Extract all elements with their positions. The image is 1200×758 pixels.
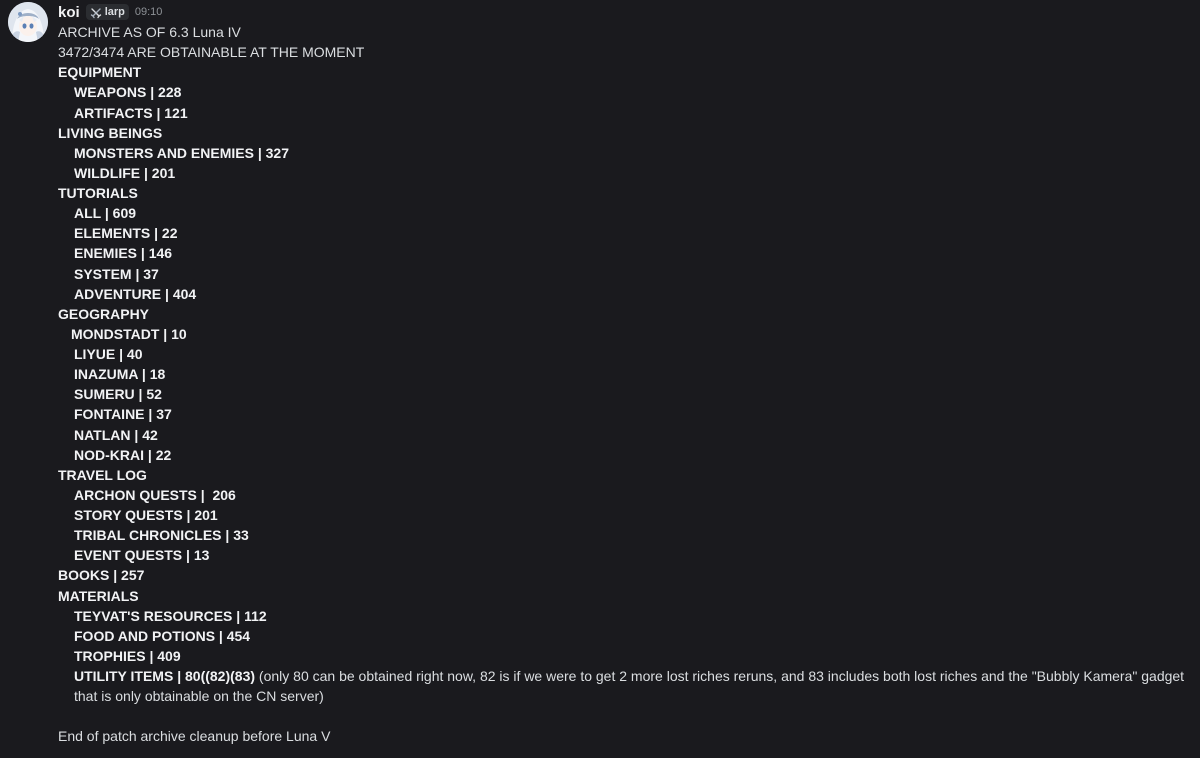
chat-message: koi larp 09:10 ARCHIVE AS OF 6.3 Luna IV… bbox=[0, 0, 1200, 758]
section-heading: LIVING BEINGS bbox=[58, 124, 163, 141]
crossed-swords-icon bbox=[90, 6, 102, 19]
list-item: INAZUMA | 18 bbox=[74, 366, 166, 383]
list-item: ENEMIES | 146 bbox=[74, 245, 173, 262]
section-heading: GEOGRAPHY bbox=[58, 305, 150, 322]
list-item: TEYVAT'S RESOURCES | 112 bbox=[74, 607, 267, 624]
utility-items-note: UTILITY ITEMS | 80((82)(83) (only 80 can… bbox=[58, 666, 1194, 706]
timestamp[interactable]: 09:10 bbox=[135, 6, 163, 18]
message-content: ARCHIVE AS OF 6.3 Luna IV 3472/3474 ARE … bbox=[58, 22, 1194, 747]
section-heading: BOOKS | 257 bbox=[58, 567, 145, 584]
list-item: NOD-KRAI | 22 bbox=[74, 446, 172, 463]
list-item: EVENT QUESTS | 13 bbox=[74, 547, 210, 564]
username[interactable]: koi bbox=[58, 4, 80, 21]
section-heading: EQUIPMENT bbox=[58, 64, 142, 81]
utility-items-count: UTILITY ITEMS | 80((82)(83) bbox=[74, 668, 256, 684]
list-item: ARTIFACTS | 121 bbox=[74, 104, 188, 121]
server-tag-label: larp bbox=[104, 6, 125, 18]
list-item: TRIBAL CHRONICLES | 33 bbox=[74, 527, 249, 544]
message-line: 3472/3474 ARE OBTAINABLE AT THE MOMENT bbox=[58, 44, 365, 61]
section-heading: MATERIALS bbox=[58, 587, 139, 604]
list-item: ALL | 609 bbox=[74, 205, 137, 222]
list-item: ADVENTURE | 404 bbox=[74, 285, 197, 302]
list-item: FONTAINE | 37 bbox=[74, 406, 172, 423]
list-item: WILDLIFE | 201 bbox=[74, 164, 176, 181]
list-item: STORY QUESTS | 201 bbox=[74, 507, 218, 523]
list-item: WEAPONS | 228 bbox=[74, 84, 182, 101]
message-line: End of patch archive cleanup before Luna… bbox=[58, 728, 331, 745]
list-item: MONSTERS AND ENEMIES | 327 bbox=[74, 144, 289, 161]
section-heading: TRAVEL LOG bbox=[58, 466, 147, 483]
message-header: koi larp 09:10 bbox=[58, 2, 162, 22]
avatar[interactable] bbox=[8, 2, 48, 42]
list-item: MONDSTADT | 10 bbox=[71, 325, 187, 342]
list-item: ELEMENTS | 22 bbox=[74, 225, 178, 242]
section-heading: TUTORIALS bbox=[58, 185, 138, 201]
list-item: FOOD AND POTIONS | 454 bbox=[74, 627, 251, 644]
list-item: SUMERU | 52 bbox=[74, 386, 162, 403]
list-item: TROPHIES | 409 bbox=[74, 647, 181, 664]
server-tag[interactable]: larp bbox=[85, 4, 129, 20]
list-item: ARCHON QUESTS | 206 bbox=[74, 486, 236, 503]
list-item: SYSTEM | 37 bbox=[74, 265, 159, 282]
list-item: LIYUE | 40 bbox=[74, 346, 143, 362]
list-item: NATLAN | 42 bbox=[74, 426, 158, 443]
message-line: ARCHIVE AS OF 6.3 Luna IV bbox=[58, 24, 241, 40]
